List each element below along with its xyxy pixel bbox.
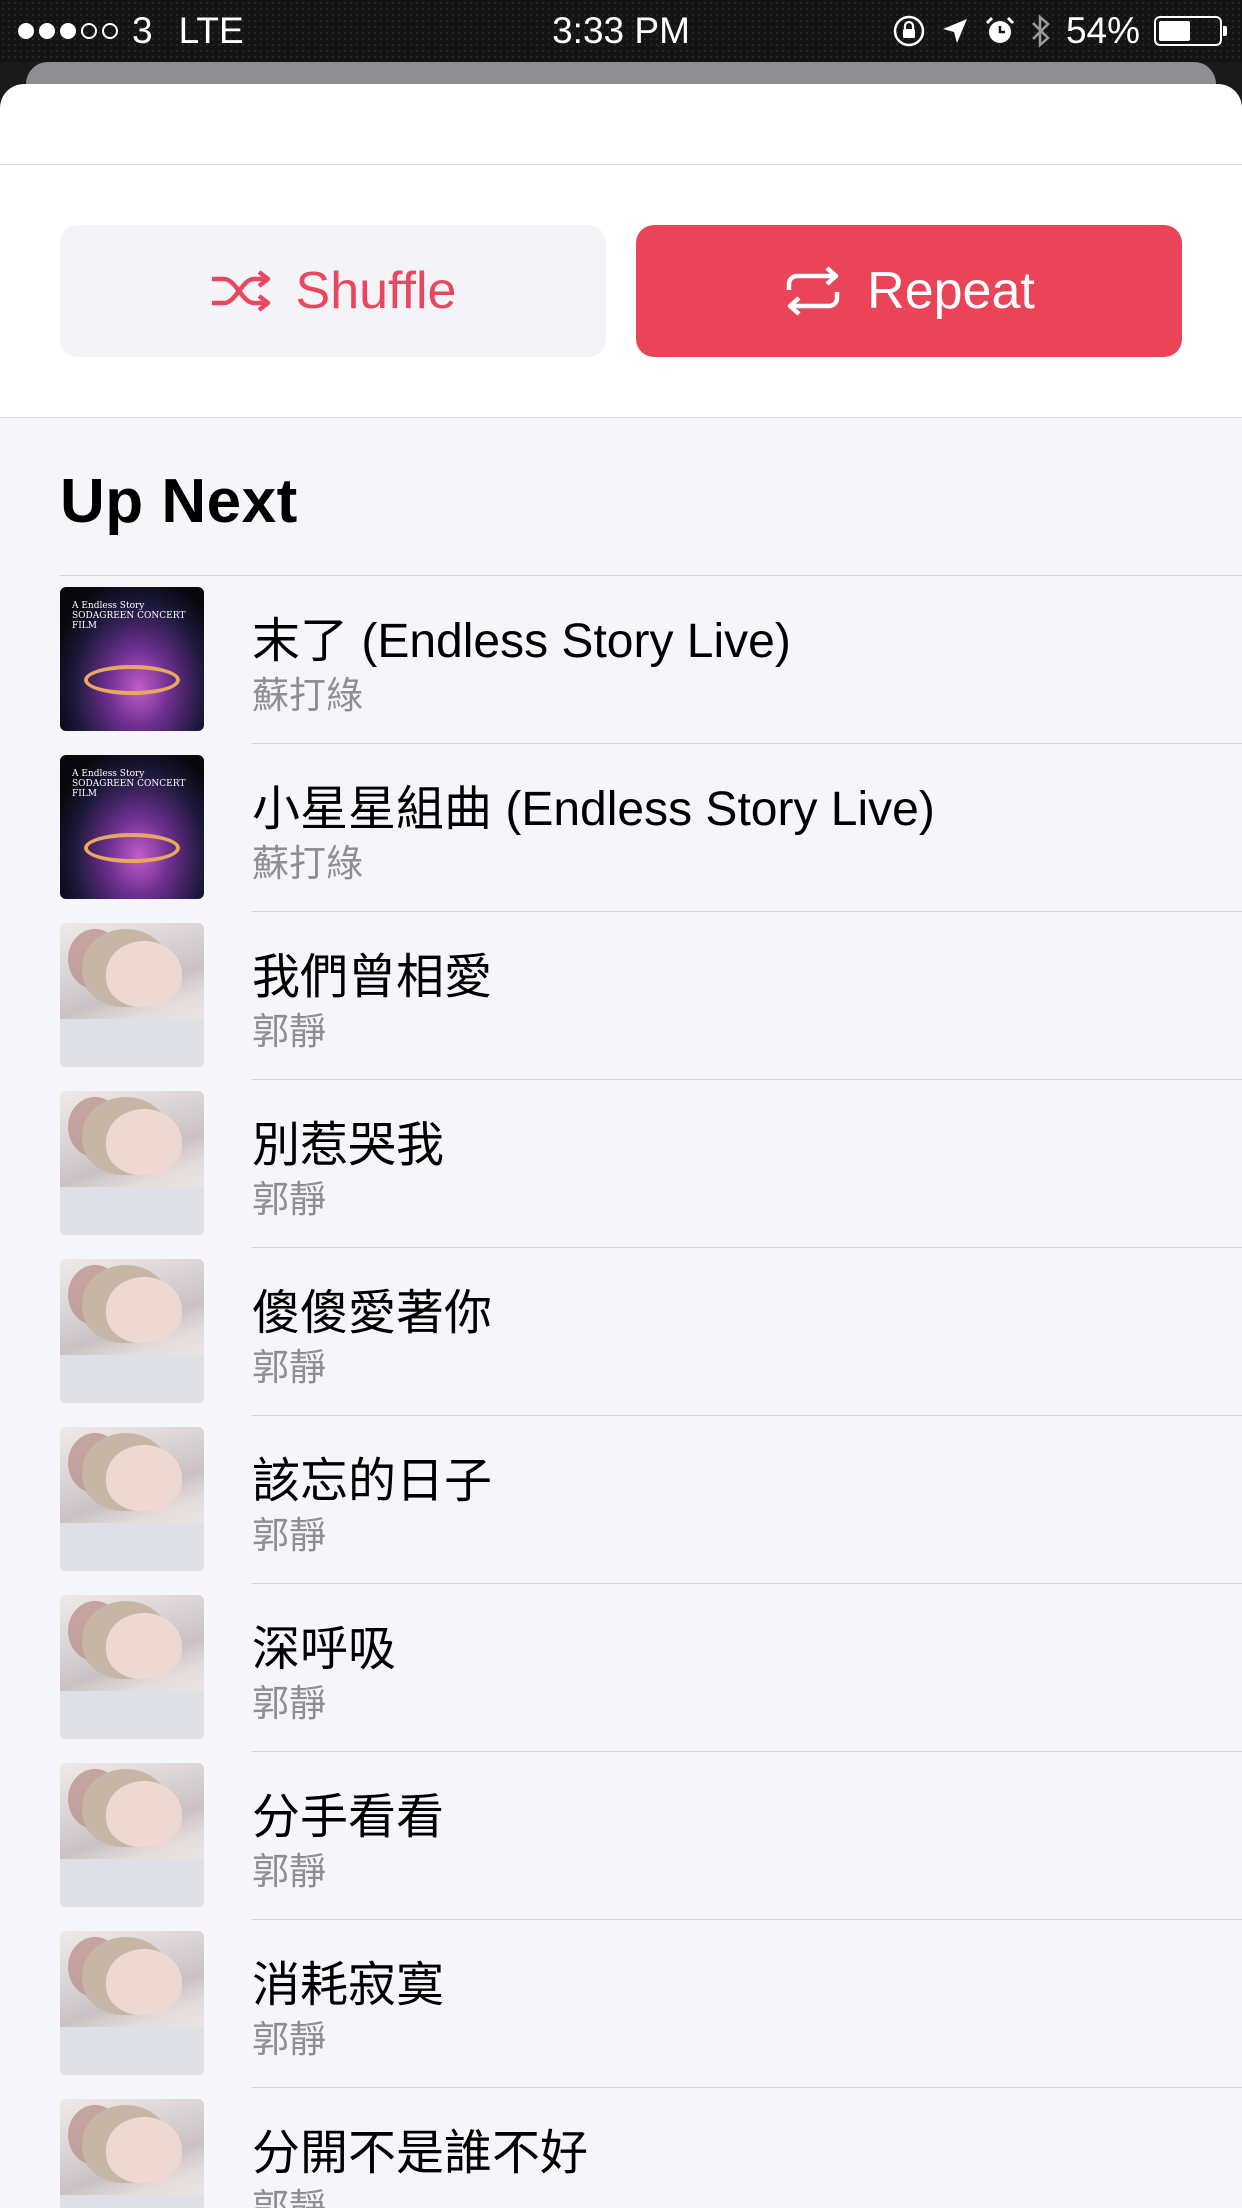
track-title: 消耗寂寞 [252, 1959, 445, 2012]
status-bar-right: 54% [892, 8, 1227, 54]
track-row[interactable]: A Endless Story SODAGREEN CONCERT FILM 末了… [0, 575, 1242, 743]
track-row[interactable]: 分開不是誰不好 郭靜 [0, 2087, 1242, 2208]
location-arrow-icon [942, 19, 967, 43]
album-artwork-text: A Endless Story SODAGREEN CONCERT FILM [72, 769, 186, 799]
battery-percent: 54% [1065, 10, 1140, 51]
shuffle-button[interactable]: Shuffle [60, 225, 606, 357]
album-artwork [60, 1595, 204, 1739]
album-artwork [60, 2099, 204, 2208]
track-title: 小星星組曲 (Endless Story Live) [252, 783, 935, 836]
alarm-icon [985, 16, 1014, 43]
album-artwork-text: A Endless Story SODAGREEN CONCERT FILM [72, 601, 186, 631]
track-title: 我們曾相愛 [252, 951, 493, 1004]
repeat-label: Repeat [867, 262, 1035, 320]
track-artist: 郭靜 [252, 1011, 326, 1052]
bluetooth-icon [1032, 14, 1050, 48]
up-next-section: Up Next A Endless Story SODAGREEN CONCER… [0, 418, 1242, 2208]
album-artwork [60, 1091, 204, 1235]
track-artist: 郭靜 [252, 1515, 326, 1556]
playback-controls: Shuffle Repeat [0, 165, 1242, 418]
track-row[interactable]: 我們曾相愛 郭靜 [0, 911, 1242, 1079]
up-next-list: A Endless Story SODAGREEN CONCERT FILM 末了… [0, 575, 1242, 2208]
track-artist: 郭靜 [252, 2019, 326, 2060]
status-bar: 3 LTE 3:33 PM 54% [0, 0, 1242, 62]
track-title: 分開不是誰不好 [252, 2127, 589, 2180]
track-title: 深呼吸 [252, 1623, 397, 1676]
album-artwork [60, 1763, 204, 1907]
track-artist: 郭靜 [252, 2187, 326, 2208]
track-title: 末了 (Endless Story Live) [252, 615, 791, 668]
track-row[interactable]: 該忘的日子 郭靜 [0, 1415, 1242, 1583]
track-title: 分手看看 [252, 1791, 445, 1844]
album-artwork: A Endless Story SODAGREEN CONCERT FILM [60, 755, 204, 899]
repeat-button[interactable]: Repeat [636, 225, 1182, 357]
track-artist: 郭靜 [252, 1851, 326, 1892]
track-artist: 郭靜 [252, 1683, 326, 1724]
album-artwork [60, 1427, 204, 1571]
track-row[interactable]: 深呼吸 郭靜 [0, 1583, 1242, 1751]
track-row[interactable]: 分手看看 郭靜 [0, 1751, 1242, 1919]
sheet-header [0, 84, 1242, 165]
battery-level [1159, 21, 1191, 41]
track-artist: 郭靜 [252, 1179, 326, 1220]
track-title: 該忘的日子 [252, 1455, 493, 1508]
up-next-heading: Up Next [60, 467, 298, 536]
battery-icon [1154, 16, 1227, 46]
album-artwork [60, 1259, 204, 1403]
track-artist: 蘇打綠 [252, 843, 363, 884]
track-row[interactable]: 傻傻愛著你 郭靜 [0, 1247, 1242, 1415]
shuffle-icon [211, 270, 270, 312]
album-artwork: A Endless Story SODAGREEN CONCERT FILM [60, 587, 204, 731]
album-artwork [60, 923, 204, 1067]
shuffle-label: Shuffle [295, 262, 457, 320]
track-artist: 蘇打綠 [252, 675, 363, 716]
track-row[interactable]: 消耗寂寞 郭靜 [0, 1919, 1242, 2087]
orientation-lock-icon [893, 15, 925, 47]
track-row[interactable]: 別惹哭我 郭靜 [0, 1079, 1242, 1247]
track-row[interactable]: A Endless Story SODAGREEN CONCERT FILM 小星… [0, 743, 1242, 911]
track-title: 傻傻愛著你 [252, 1287, 493, 1340]
track-title: 別惹哭我 [252, 1119, 445, 1172]
repeat-icon [786, 266, 840, 316]
now-playing-sheet: Shuffle Repeat Up Next A Endless Story S… [0, 84, 1242, 2208]
track-artist: 郭靜 [252, 1347, 326, 1388]
album-artwork [60, 1931, 204, 2075]
